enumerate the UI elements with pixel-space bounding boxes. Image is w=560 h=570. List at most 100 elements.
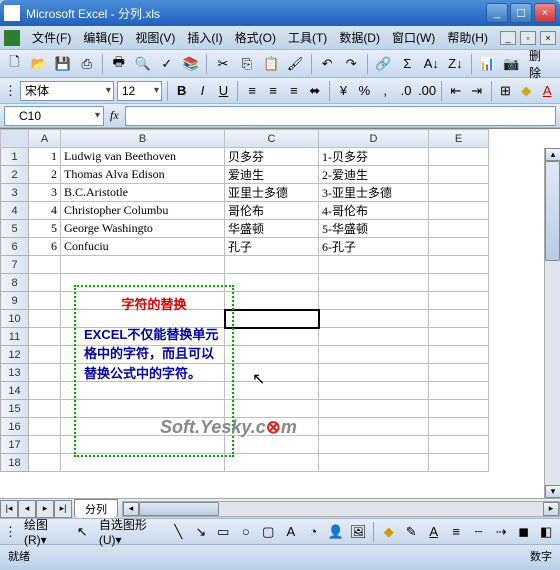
cell[interactable] bbox=[225, 256, 319, 274]
menu-format[interactable]: 格式(O) bbox=[229, 27, 282, 48]
textbox-icon[interactable]: ▢ bbox=[259, 521, 279, 543]
vertical-scrollbar[interactable]: ▴ ▾ bbox=[544, 148, 560, 498]
menu-insert[interactable]: 插入(I) bbox=[181, 27, 228, 48]
scroll-left-button[interactable]: ◂ bbox=[123, 502, 139, 516]
cell[interactable] bbox=[29, 292, 61, 310]
cell[interactable]: 3-亚里士多德 bbox=[319, 184, 429, 202]
inc-indent-icon[interactable]: ⇥ bbox=[468, 80, 486, 102]
cell[interactable]: 华盛顿 bbox=[225, 220, 319, 238]
row-header[interactable]: 17 bbox=[1, 436, 29, 454]
cell[interactable] bbox=[29, 274, 61, 292]
cell[interactable] bbox=[225, 328, 319, 346]
doc-minimize-button[interactable]: _ bbox=[500, 31, 516, 45]
row-header[interactable]: 7 bbox=[1, 256, 29, 274]
fill-color-icon[interactable]: ◆ bbox=[517, 80, 535, 102]
row-header[interactable]: 5 bbox=[1, 220, 29, 238]
camera-icon[interactable]: 📷 bbox=[501, 53, 522, 75]
name-box[interactable]: C10 bbox=[4, 106, 104, 126]
scroll-thumb[interactable] bbox=[545, 161, 560, 261]
cell[interactable] bbox=[319, 436, 429, 454]
sum-icon[interactable]: Σ bbox=[397, 53, 418, 75]
spell-icon[interactable]: ✓ bbox=[156, 53, 177, 75]
cell[interactable] bbox=[61, 436, 225, 454]
fx-icon[interactable]: fx bbox=[110, 108, 119, 123]
hscroll-thumb[interactable] bbox=[139, 502, 219, 516]
fill-color-icon[interactable]: ◆ bbox=[379, 521, 399, 543]
picture-icon[interactable]: 🖼 bbox=[349, 521, 369, 543]
borders-icon[interactable]: ⊞ bbox=[496, 80, 514, 102]
dash-style-icon[interactable]: ┄ bbox=[469, 521, 489, 543]
menu-edit[interactable]: 编辑(E) bbox=[77, 27, 129, 48]
cell[interactable] bbox=[29, 364, 61, 382]
row-header[interactable]: 9 bbox=[1, 292, 29, 310]
cell[interactable] bbox=[429, 364, 489, 382]
cell[interactable]: 2-爱迪生 bbox=[319, 166, 429, 184]
cell[interactable] bbox=[225, 292, 319, 310]
col-header-c[interactable]: C bbox=[225, 130, 319, 148]
cell[interactable] bbox=[61, 274, 225, 292]
cell[interactable] bbox=[319, 292, 429, 310]
cell[interactable]: 贝多芬 bbox=[225, 148, 319, 166]
cell[interactable] bbox=[429, 454, 489, 472]
cell[interactable]: Thomas Alva Edison bbox=[61, 166, 225, 184]
cell[interactable]: Ludwig van Beethoven bbox=[61, 148, 225, 166]
cell[interactable]: 6 bbox=[29, 238, 61, 256]
cell[interactable]: 3 bbox=[29, 184, 61, 202]
cell[interactable] bbox=[61, 328, 225, 346]
copy-icon[interactable]: ⎘ bbox=[236, 53, 257, 75]
cell[interactable] bbox=[225, 400, 319, 418]
3d-icon[interactable]: ◧ bbox=[536, 521, 556, 543]
autoshapes-menu[interactable]: 自选图形(U)▾ bbox=[95, 516, 166, 547]
sort-desc-icon[interactable]: Z↓ bbox=[445, 53, 466, 75]
oval-icon[interactable]: ○ bbox=[236, 521, 256, 543]
cell[interactable]: Confuciu bbox=[61, 238, 225, 256]
cell[interactable]: 1 bbox=[29, 148, 61, 166]
shadow-icon[interactable]: ◼ bbox=[514, 521, 534, 543]
format-painter-icon[interactable]: 🖌 bbox=[285, 53, 306, 75]
cell[interactable] bbox=[225, 436, 319, 454]
row-header[interactable]: 2 bbox=[1, 166, 29, 184]
select-objects-icon[interactable]: ↖ bbox=[72, 521, 92, 543]
minimize-button[interactable]: _ bbox=[486, 3, 508, 23]
cell[interactable]: B.C.Aristotle bbox=[61, 184, 225, 202]
col-header-e[interactable]: E bbox=[429, 130, 489, 148]
inc-decimal-icon[interactable]: .0 bbox=[397, 80, 415, 102]
scroll-up-button[interactable]: ▴ bbox=[545, 148, 560, 161]
row-header[interactable]: 1 bbox=[1, 148, 29, 166]
merge-icon[interactable]: ⬌ bbox=[306, 80, 324, 102]
cell[interactable] bbox=[319, 310, 429, 328]
toolbar-grip-icon[interactable]: ⋮ bbox=[4, 521, 17, 543]
cell[interactable] bbox=[61, 454, 225, 472]
cell[interactable] bbox=[225, 274, 319, 292]
chart-icon[interactable]: 📊 bbox=[477, 53, 498, 75]
currency-icon[interactable]: ¥ bbox=[335, 80, 353, 102]
draw-menu[interactable]: 绘图(R)▾ bbox=[20, 516, 69, 547]
cell[interactable] bbox=[429, 220, 489, 238]
sheet-nav-prev[interactable]: ◂ bbox=[18, 500, 36, 518]
comma-icon[interactable]: , bbox=[376, 80, 394, 102]
row-header[interactable]: 6 bbox=[1, 238, 29, 256]
align-left-icon[interactable]: ≡ bbox=[243, 80, 261, 102]
cell[interactable] bbox=[29, 310, 61, 328]
cell[interactable] bbox=[61, 310, 225, 328]
col-header-d[interactable]: D bbox=[319, 130, 429, 148]
horizontal-scrollbar[interactable]: ◂ ▸ bbox=[122, 501, 560, 517]
cell[interactable] bbox=[61, 346, 225, 364]
cell[interactable] bbox=[429, 436, 489, 454]
cell[interactable] bbox=[225, 382, 319, 400]
cell[interactable] bbox=[429, 418, 489, 436]
cell[interactable] bbox=[319, 346, 429, 364]
clipart-icon[interactable]: 👤 bbox=[326, 521, 346, 543]
sheet-nav-last[interactable]: ▸| bbox=[54, 500, 72, 518]
cut-icon[interactable]: ✂ bbox=[212, 53, 233, 75]
row-header[interactable]: 16 bbox=[1, 418, 29, 436]
cell[interactable]: 亚里士多德 bbox=[225, 184, 319, 202]
row-header[interactable]: 11 bbox=[1, 328, 29, 346]
cell[interactable] bbox=[429, 256, 489, 274]
align-center-icon[interactable]: ≡ bbox=[264, 80, 282, 102]
cell[interactable] bbox=[429, 292, 489, 310]
menu-help[interactable]: 帮助(H) bbox=[441, 27, 494, 48]
row-header[interactable]: 10 bbox=[1, 310, 29, 328]
cell[interactable]: 孔子 bbox=[225, 238, 319, 256]
print-icon[interactable]: 🖶 bbox=[108, 53, 129, 75]
